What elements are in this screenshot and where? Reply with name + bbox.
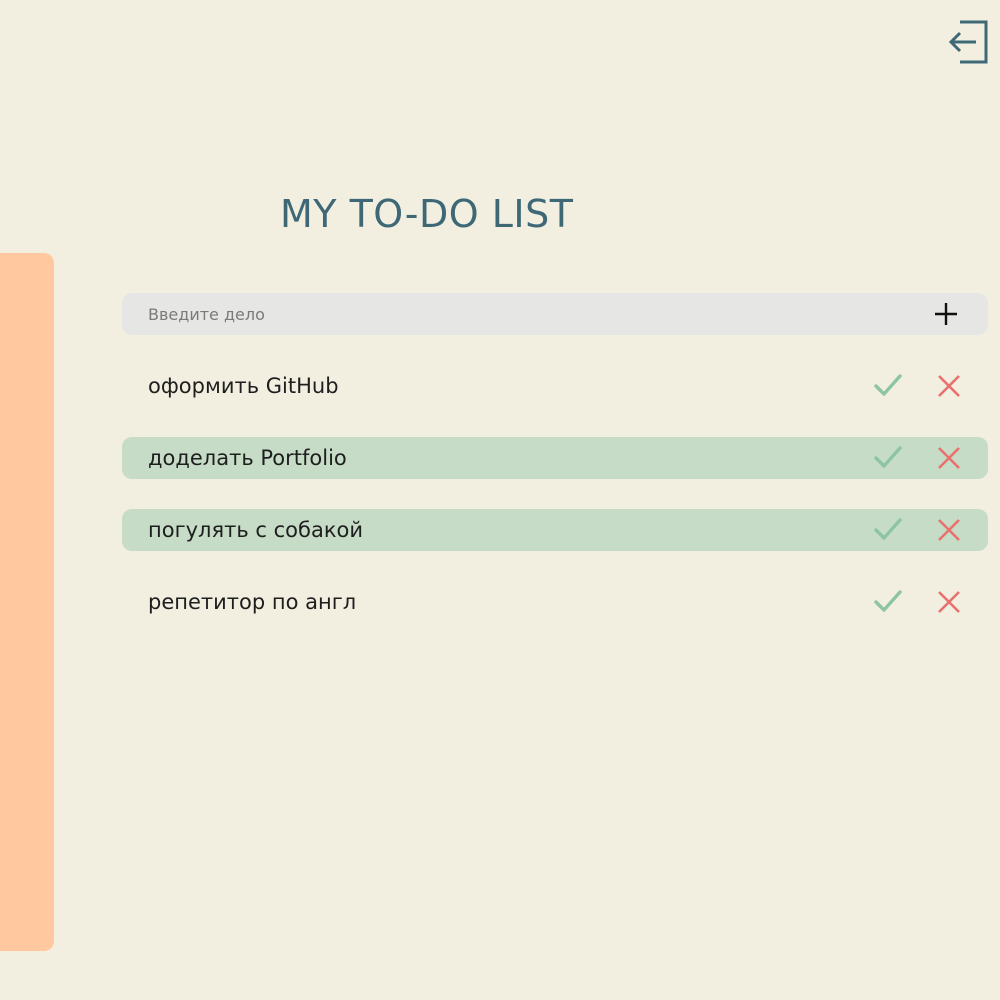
add-task-bar [122, 293, 988, 335]
task-input[interactable] [148, 293, 908, 335]
task-text: репетитор по англ [148, 590, 357, 614]
checkmark-icon [874, 590, 902, 612]
checkmark-icon [874, 374, 902, 396]
checkmark-icon [874, 446, 902, 468]
delete-task-button[interactable] [936, 373, 962, 399]
page-title: MY TO-DO LIST [280, 192, 574, 236]
task-text: погулять с собакой [148, 518, 363, 542]
task-text: доделать Portfolio [148, 446, 347, 470]
task-item: репетитор по англ [122, 581, 988, 623]
plus-icon [935, 303, 957, 325]
delete-task-button[interactable] [936, 589, 962, 615]
delete-task-button[interactable] [936, 445, 962, 471]
delete-task-button[interactable] [936, 517, 962, 543]
side-panel [0, 253, 54, 951]
cross-icon [938, 519, 960, 541]
task-item-completed: доделать Portfolio [122, 437, 988, 479]
complete-task-button[interactable] [874, 373, 902, 399]
task-item: оформить GitHub [122, 365, 988, 407]
complete-task-button[interactable] [874, 445, 902, 471]
task-list: оформить GitHub доделать Portfolio погул… [122, 365, 988, 653]
add-task-button[interactable] [932, 300, 960, 328]
complete-task-button[interactable] [874, 589, 902, 615]
cross-icon [938, 591, 960, 613]
task-text: оформить GitHub [148, 374, 339, 398]
complete-task-button[interactable] [874, 517, 902, 543]
checkmark-icon [874, 518, 902, 540]
logout-arrow-icon [948, 20, 988, 64]
cross-icon [938, 447, 960, 469]
cross-icon [938, 375, 960, 397]
logout-button[interactable] [948, 20, 990, 64]
task-item-completed: погулять с собакой [122, 509, 988, 551]
